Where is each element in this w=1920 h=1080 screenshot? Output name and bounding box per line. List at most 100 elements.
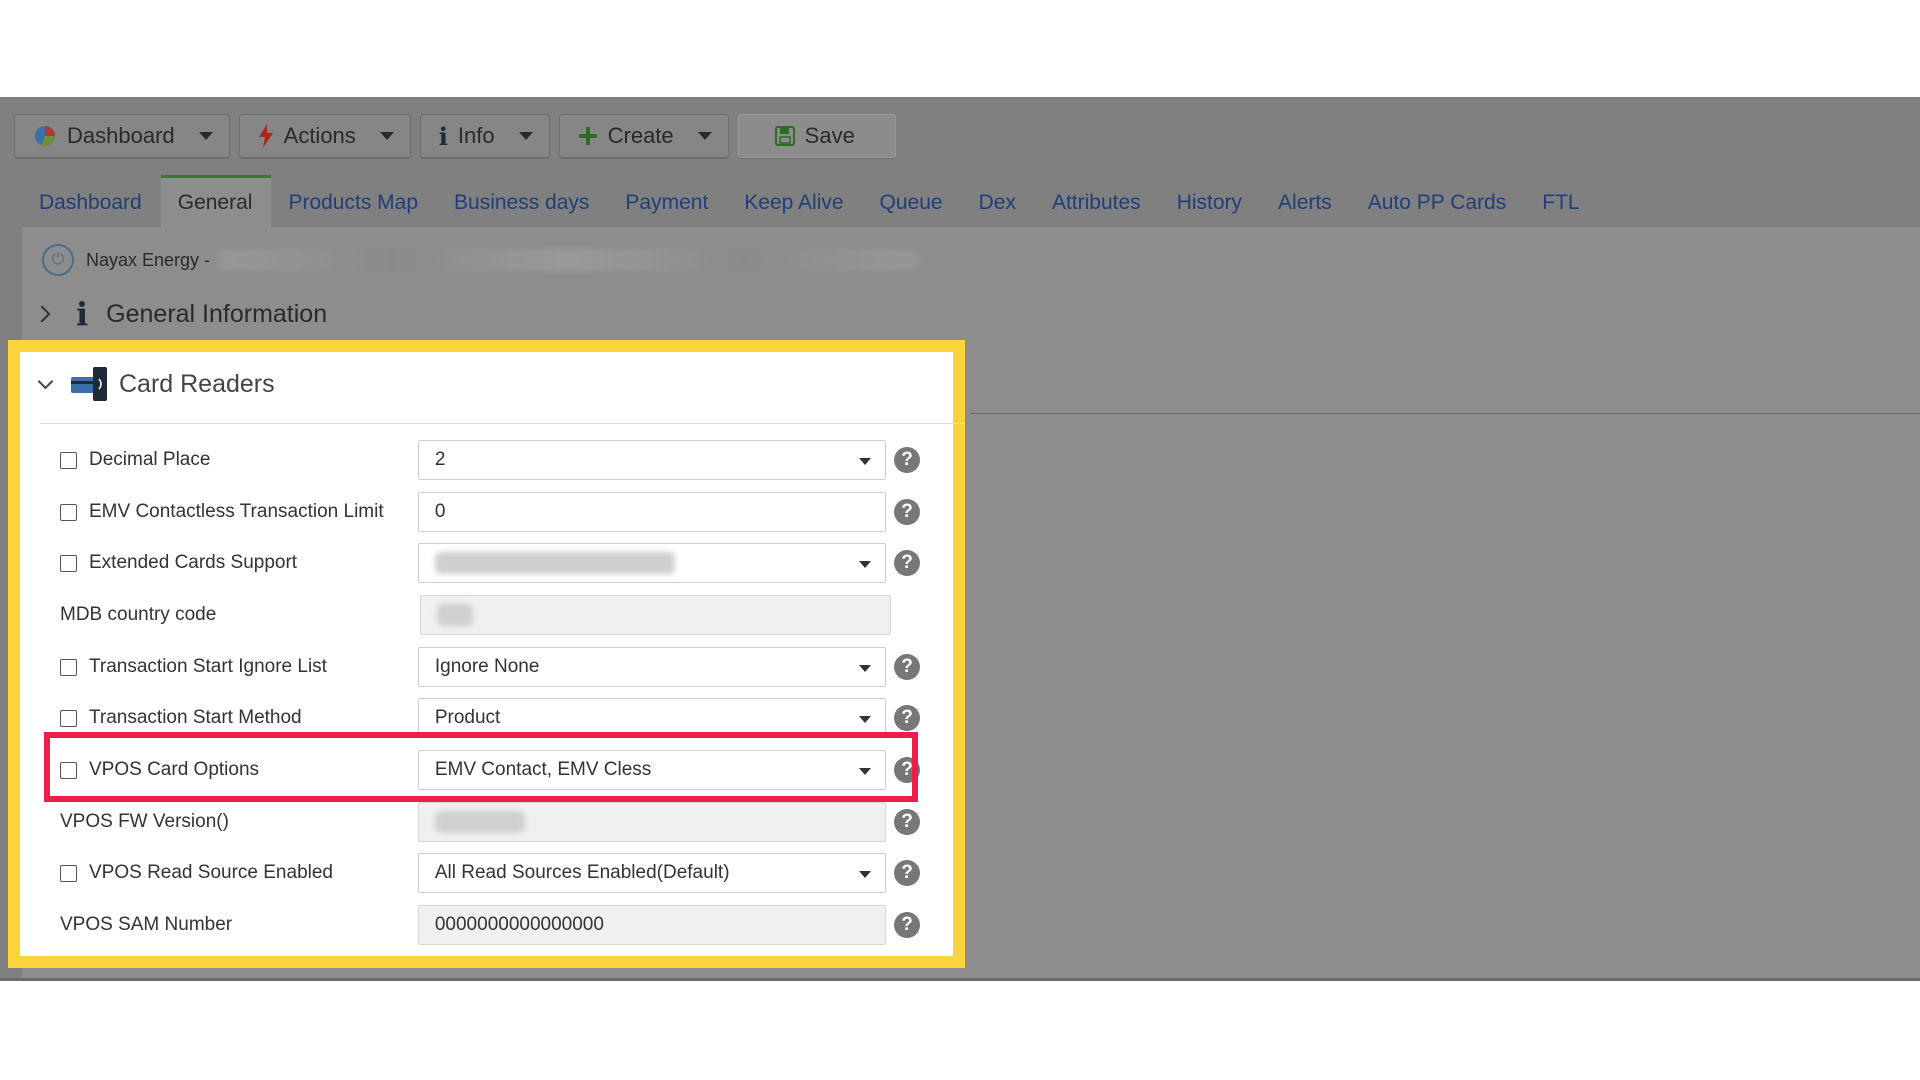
field-label-container: EMV Contactless Transaction Limit [60, 501, 418, 523]
tab-bar: Dashboard General Products Map Business … [22, 175, 1599, 227]
breadcrumb-prefix: Nayax Energy - [86, 249, 211, 270]
field-label-container: VPOS Read Source Enabled [60, 862, 418, 884]
tab-business-days[interactable]: Business days [437, 187, 608, 227]
save-label: Save [804, 123, 855, 148]
field-label-container: VPOS SAM Number [60, 914, 418, 936]
plus-icon [578, 126, 598, 146]
general-information-section-header[interactable]: i General Information [33, 295, 328, 333]
info-icon: i [438, 121, 448, 151]
field-row-vpos-sam-number: VPOS SAM Number 0000000000000000 ? [60, 905, 920, 945]
decimal-place-checkbox[interactable] [60, 451, 77, 469]
help-icon[interactable]: ? [894, 654, 920, 680]
tab-products-map[interactable]: Products Map [271, 187, 437, 227]
field-label: VPOS SAM Number [60, 914, 233, 935]
dropdown-arrow-icon [859, 716, 872, 723]
info-label: Info [457, 123, 495, 148]
field-label-container: MDB country code [60, 604, 420, 626]
tab-auto-pp-cards[interactable]: Auto PP Cards [1351, 187, 1526, 227]
field-label: MDB country code [60, 604, 217, 625]
chevron-down-icon [379, 132, 394, 140]
help-icon[interactable]: ? [894, 809, 920, 835]
help-icon[interactable]: ? [894, 705, 920, 731]
tab-dashboard[interactable]: Dashboard [22, 187, 161, 227]
vpos-read-source-enabled-checkbox[interactable] [60, 864, 77, 882]
field-label-container: Decimal Place [60, 449, 418, 471]
emv-contactless-limit-checkbox[interactable] [60, 503, 77, 521]
field-label: Transaction Start Ignore List [89, 656, 327, 677]
vpos-card-options-highlight [44, 732, 918, 802]
field-row-decimal-place: Decimal Place 2 ? [60, 440, 920, 480]
select-value: 2 [434, 449, 446, 470]
field-label-container: Transaction Start Ignore List [60, 656, 418, 678]
tab-keep-alive[interactable]: Keep Alive [727, 187, 862, 227]
save-button[interactable]: Save [737, 114, 896, 158]
transaction-start-ignore-list-select[interactable]: Ignore None [417, 647, 887, 687]
dropdown-arrow-icon [859, 665, 872, 672]
help-icon[interactable]: ? [894, 447, 920, 473]
help-icon[interactable]: ? [894, 550, 920, 576]
redacted-value [434, 811, 525, 833]
field-row-emv-contactless-limit: EMV Contactless Transaction Limit 0 ? [60, 492, 920, 532]
chevron-down-icon [697, 132, 712, 140]
help-icon[interactable]: ? [894, 860, 920, 886]
field-label: VPOS Read Source Enabled [89, 862, 333, 883]
create-dropdown-button[interactable]: Create [558, 114, 729, 158]
select-value: Product [434, 707, 501, 728]
section-title: General Information [106, 299, 328, 328]
bottom-border [0, 978, 1920, 981]
help-icon[interactable]: ? [894, 912, 920, 938]
section-title: Card Readers [119, 369, 275, 398]
field-row-mdb-country-code: MDB country code [60, 595, 920, 635]
dashboard-dropdown-button[interactable]: Dashboard [14, 114, 230, 158]
transaction-start-method-checkbox[interactable] [60, 709, 77, 727]
dropdown-arrow-icon [859, 871, 872, 878]
card-readers-section-header[interactable]: Card Readers [37, 358, 275, 410]
tab-payment[interactable]: Payment [608, 187, 727, 227]
redacted-value [437, 604, 473, 626]
vpos-read-source-enabled-select[interactable]: All Read Sources Enabled(Default) [417, 853, 887, 893]
chevron-right-icon [33, 305, 51, 323]
chevron-down-icon [518, 132, 533, 140]
create-label: Create [607, 123, 674, 148]
tab-history[interactable]: History [1160, 187, 1261, 227]
actions-dropdown-button[interactable]: Actions [238, 114, 411, 158]
field-row-transaction-start-ignore-list: Transaction Start Ignore List Ignore Non… [60, 647, 920, 687]
info-icon: i [76, 295, 89, 333]
decimal-place-select[interactable]: 2 [417, 440, 887, 480]
save-icon [774, 126, 795, 146]
vpos-fw-version-readonly [417, 802, 887, 842]
tab-ftl[interactable]: FTL [1525, 187, 1598, 227]
toolbar: Dashboard Actions i Info Create Save [14, 114, 896, 158]
extended-cards-support-select[interactable] [417, 543, 887, 583]
redacted-value [434, 552, 675, 574]
lightning-icon [258, 124, 274, 148]
info-dropdown-button[interactable]: i Info [419, 114, 550, 158]
select-value: Ignore None [434, 656, 540, 677]
emv-contactless-limit-input[interactable]: 0 [417, 492, 887, 532]
breadcrumb: ⏻ Nayax Energy - [42, 244, 919, 276]
mdb-country-code-readonly [420, 595, 891, 635]
tab-dex[interactable]: Dex [962, 187, 1035, 227]
card-reader-icon [71, 367, 109, 401]
tab-attributes[interactable]: Attributes [1035, 187, 1160, 227]
transaction-start-ignore-list-checkbox[interactable] [60, 658, 77, 676]
tab-queue[interactable]: Queue [863, 187, 962, 227]
actions-label: Actions [283, 123, 356, 148]
extended-cards-support-checkbox[interactable] [60, 554, 77, 572]
field-row-vpos-fw-version: VPOS FW Version() ? [60, 802, 920, 842]
vpos-sam-number-readonly: 0000000000000000 [417, 905, 887, 945]
plug-icon: ⏻ [42, 244, 74, 276]
field-label: VPOS FW Version() [60, 811, 229, 832]
tab-general[interactable]: General [160, 175, 272, 227]
field-label-container: Extended Cards Support [60, 552, 418, 574]
field-label-container: VPOS FW Version() [60, 811, 418, 833]
card-readers-panel: Card Readers Decimal Place 2 ? EMV Conta… [8, 340, 965, 968]
dashboard-label: Dashboard [67, 123, 175, 148]
header-divider [40, 423, 965, 424]
tab-alerts[interactable]: Alerts [1261, 187, 1351, 227]
field-label: EMV Contactless Transaction Limit [89, 501, 384, 522]
field-label: Extended Cards Support [89, 552, 298, 573]
help-icon[interactable]: ? [894, 499, 920, 525]
field-row-vpos-read-source-enabled: VPOS Read Source Enabled All Read Source… [60, 853, 920, 893]
chevron-down-icon [198, 132, 213, 140]
